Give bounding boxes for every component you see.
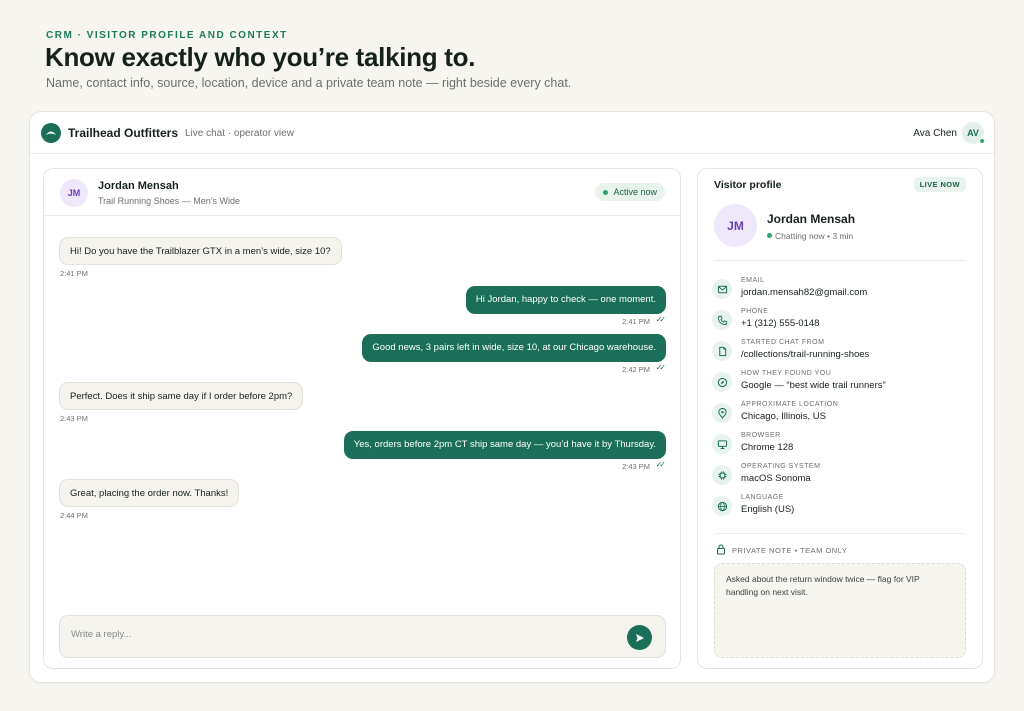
read-receipt-icon: ✓✓ xyxy=(655,315,667,324)
compass-icon xyxy=(712,372,732,392)
profile-avatar: JM xyxy=(714,204,757,247)
divider xyxy=(714,260,966,261)
reply-composer xyxy=(59,615,666,658)
private-note-text[interactable]: Asked about the return window twice — fl… xyxy=(726,573,946,599)
brand-logo-icon xyxy=(41,123,61,143)
page-title: Know exactly who you’re talking to. xyxy=(45,42,476,72)
message-incoming: Perfect. Does it ship same day if I orde… xyxy=(59,382,304,410)
globe-icon xyxy=(712,496,732,516)
message-time: 2:44 PM xyxy=(60,511,88,520)
field-started-chat-from: STARTED CHAT FROM /collections/trail-run… xyxy=(712,339,972,365)
page-subtitle: Name, contact info, source, location, de… xyxy=(46,76,572,90)
message-incoming: Hi! Do you have the Trailblazer GTX in a… xyxy=(59,237,342,265)
online-indicator-icon xyxy=(979,138,985,144)
chat-visitor-context: Trail Running Shoes — Men’s Wide xyxy=(98,196,241,206)
eyebrow: CRM · VISITOR PROFILE AND CONTEXT xyxy=(46,30,288,41)
live-badge: LIVE NOW xyxy=(913,177,966,192)
document-icon xyxy=(712,341,732,361)
app-window: Trailhead Outfitters Live chat · operato… xyxy=(29,111,995,683)
message-time: 2:43 PM xyxy=(622,462,650,471)
message-incoming: Great, placing the order now. Thanks! xyxy=(59,479,240,507)
mail-icon xyxy=(712,279,732,299)
message-outgoing: Yes, orders before 2pm CT ship same day … xyxy=(343,431,666,459)
chat-panel: JM Jordan Mensah Trail Running Shoes — M… xyxy=(43,168,681,669)
read-receipt-icon: ✓✓ xyxy=(655,460,667,469)
message-time: 2:41 PM xyxy=(622,317,650,326)
message-time: 2:43 PM xyxy=(60,414,88,423)
profile-status: Chatting now • 3 min xyxy=(775,231,854,241)
send-button[interactable] xyxy=(627,625,652,650)
cpu-icon xyxy=(712,465,732,485)
message-outgoing: Good news, 3 pairs left in wide, size 10… xyxy=(362,334,666,362)
private-note-label: PRIVATE NOTE • TEAM ONLY xyxy=(732,546,848,555)
view-mode: Live chat · operator view xyxy=(185,128,294,139)
field-browser: BROWSER Chrome 128 xyxy=(712,432,972,458)
online-indicator-icon xyxy=(767,233,772,238)
location-pin-icon xyxy=(712,403,732,423)
brand-name: Trailhead Outfitters xyxy=(68,126,179,140)
private-note[interactable]: Asked about the return window twice — fl… xyxy=(714,563,966,658)
monitor-icon xyxy=(712,434,732,454)
status-badge: Active now xyxy=(595,183,665,201)
field-language: LANGUAGE English (US) xyxy=(712,494,972,520)
message-time: 2:42 PM xyxy=(622,365,650,374)
field-email: EMAIL jordan.mensah82@gmail.com xyxy=(712,277,972,303)
message-outgoing: Hi Jordan, happy to check — one moment. xyxy=(465,286,666,314)
chat-header: JM Jordan Mensah Trail Running Shoes — M… xyxy=(44,169,680,216)
visitor-profile-panel: Visitor profile LIVE NOW JM Jordan Mensa… xyxy=(697,168,983,669)
lock-icon xyxy=(716,544,726,555)
profile-title: Visitor profile xyxy=(714,179,782,191)
field-source: HOW THEY FOUND YOU Google — “best wide t… xyxy=(712,370,972,396)
phone-icon xyxy=(712,310,732,330)
field-location: APPROXIMATE LOCATION Chicago, Illinois, … xyxy=(712,401,972,427)
operator-name[interactable]: Ava Chen xyxy=(913,128,957,139)
visitor-avatar: JM xyxy=(60,179,88,207)
read-receipt-icon: ✓✓ xyxy=(655,363,667,372)
field-operating-system: OPERATING SYSTEM macOS Sonoma xyxy=(712,463,972,489)
divider xyxy=(714,533,966,534)
message-time: 2:41 PM xyxy=(60,269,88,278)
chat-visitor-name: Jordan Mensah xyxy=(98,180,179,192)
field-phone: PHONE +1 (312) 555-0148 xyxy=(712,308,972,334)
top-bar: Trailhead Outfitters Live chat · operato… xyxy=(30,112,994,154)
profile-name: Jordan Mensah xyxy=(767,212,856,226)
send-icon xyxy=(635,633,644,642)
reply-input[interactable] xyxy=(71,629,591,640)
